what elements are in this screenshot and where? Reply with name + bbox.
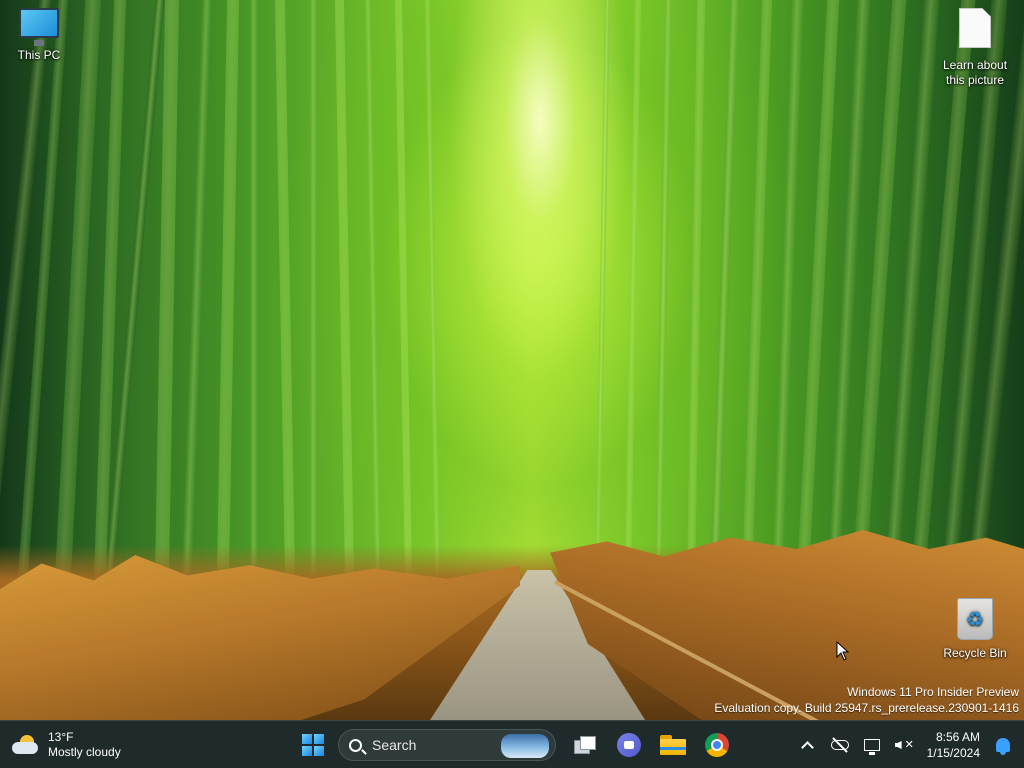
clock[interactable]: 8:56 AM 1/15/2024	[923, 729, 984, 761]
bamboo-stalk	[274, 0, 296, 601]
volume-muted-icon: ✕	[894, 738, 914, 752]
bamboo-stalk	[250, 0, 258, 600]
document-icon	[959, 8, 991, 48]
weather-condition: Mostly cloudy	[48, 745, 121, 759]
desktop-icon-label: Recycle Bin	[943, 646, 1007, 660]
task-view-button[interactable]	[566, 726, 604, 764]
bamboo-stalk	[310, 0, 317, 600]
clock-time: 8:56 AM	[935, 730, 980, 744]
bamboo-stalk	[741, 0, 773, 600]
watermark-build: Evaluation copy. Build 25947.rs_prerelea…	[714, 701, 1019, 715]
desktop-icon-this-pc[interactable]: This PC	[0, 8, 78, 62]
meet-now-icon	[617, 733, 641, 757]
system-tray: ✕ 8:56 AM 1/15/2024	[795, 725, 1016, 765]
monitor-icon	[19, 8, 59, 46]
windows-start-icon	[302, 734, 324, 756]
partly-cloudy-icon	[12, 735, 40, 755]
search-highlight-art-icon	[501, 734, 549, 758]
bamboo-stalk	[594, 0, 611, 600]
cloud-offline-icon	[830, 740, 849, 750]
onedrive-tray-button[interactable]	[827, 729, 853, 761]
chrome-button[interactable]	[698, 726, 736, 764]
task-view-icon	[574, 736, 596, 754]
mouse-pointer-icon	[836, 641, 850, 661]
clock-date: 1/15/2024	[926, 746, 980, 760]
file-explorer-button[interactable]	[654, 726, 692, 764]
bamboo-stalk	[334, 0, 355, 601]
weather-widget[interactable]: 13°F Mostly cloudy	[12, 727, 121, 763]
weather-temperature: 13°F	[48, 730, 74, 744]
desktop-wallpaper: This PC Learn about this picture ♻ Recyc…	[0, 0, 1024, 720]
watermark-edition: Windows 11 Pro Insider Preview	[847, 685, 1019, 699]
meet-now-button[interactable]	[610, 726, 648, 764]
network-icon	[863, 739, 880, 755]
bamboo-stalk	[424, 0, 441, 600]
recycle-bin-icon: ♻	[957, 598, 993, 640]
show-hidden-icons-button[interactable]	[795, 729, 821, 761]
bamboo-stalk	[216, 0, 240, 601]
bamboo-stalk	[686, 0, 706, 601]
bamboo-stalk	[394, 0, 413, 601]
bamboo-stalk	[709, 0, 740, 600]
start-button[interactable]	[294, 726, 332, 764]
desktop-icon-label: This PC	[17, 48, 61, 62]
folder-icon	[660, 735, 686, 755]
search-label: Search	[372, 737, 417, 753]
desktop-icon-recycle-bin[interactable]: ♻ Recycle Bin	[936, 598, 1014, 660]
bell-icon	[996, 738, 1010, 755]
bamboo-stalk	[154, 0, 180, 601]
bamboo-stalk	[181, 0, 213, 600]
chevron-up-icon	[801, 741, 814, 754]
search-box[interactable]: Search	[338, 729, 556, 761]
volume-tray-button[interactable]: ✕	[891, 729, 917, 761]
bamboo-stalk	[624, 0, 642, 601]
notifications-button[interactable]	[990, 729, 1016, 761]
bamboo-stalk	[364, 0, 382, 601]
network-tray-button[interactable]	[859, 729, 885, 761]
search-icon	[349, 738, 362, 752]
bamboo-stalk	[771, 0, 804, 601]
taskbar-center: Search	[294, 725, 736, 765]
desktop-icon-label: Learn about this picture	[942, 58, 1008, 87]
bamboo-stalk	[654, 0, 673, 601]
taskbar: 13°F Mostly cloudy Search ✕ 8:56 AM 1/15…	[0, 720, 1024, 768]
chrome-icon	[705, 733, 729, 757]
desktop-icon-learn-about-picture[interactable]: Learn about this picture	[936, 8, 1014, 88]
windows-watermark: Windows 11 Pro Insider Preview Evaluatio…	[714, 684, 1019, 716]
